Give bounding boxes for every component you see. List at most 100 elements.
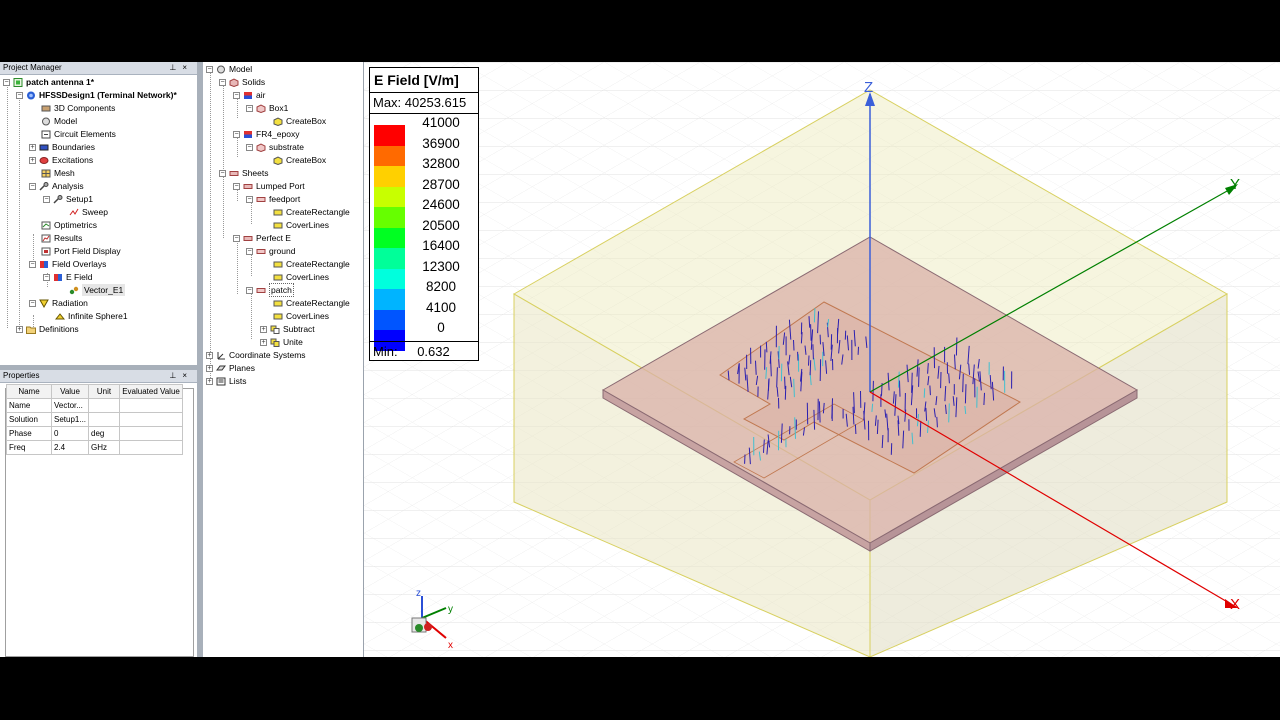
properties-titlebar: Properties ⊥× bbox=[0, 370, 197, 383]
collapse-icon[interactable]: − bbox=[29, 260, 36, 268]
tree-item-label: Optimetrics bbox=[54, 220, 97, 230]
collapse-icon[interactable]: − bbox=[246, 286, 253, 294]
cover-lines-icon bbox=[273, 274, 283, 280]
tree-item-radiation[interactable]: − Radiation bbox=[29, 297, 88, 309]
tree-item-createrectangle-3[interactable]: CreateRectangle bbox=[273, 297, 350, 309]
tree-item-vector-e1[interactable]: Vector_E1 bbox=[69, 284, 126, 296]
expand-icon[interactable]: + bbox=[29, 156, 36, 164]
collapse-icon[interactable]: − bbox=[3, 78, 10, 86]
pin-icon[interactable]: ⊥ bbox=[169, 371, 182, 380]
collapse-icon[interactable]: − bbox=[43, 195, 50, 203]
table-row[interactable]: Phase 0 deg bbox=[6, 426, 184, 441]
collapse-icon[interactable]: − bbox=[29, 182, 36, 190]
tree-item-patch[interactable]: − patch bbox=[246, 283, 294, 297]
expand-icon[interactable]: + bbox=[29, 143, 36, 151]
create-rectangle-icon bbox=[273, 300, 283, 306]
tree-item-perfect-e[interactable]: − Perfect E bbox=[233, 232, 291, 244]
tree-item-infinite-sphere1[interactable]: Infinite Sphere1 bbox=[55, 310, 128, 322]
tree-item-air[interactable]: − air bbox=[233, 89, 265, 101]
project-manager-panel: Project Manager ⊥× − patch antenna 1* − … bbox=[0, 62, 198, 365]
tree-item-coverlines-3[interactable]: CoverLines bbox=[273, 310, 329, 322]
tree-item-planes[interactable]: + Planes bbox=[206, 362, 255, 374]
tree-item-results[interactable]: Results bbox=[41, 232, 82, 244]
table-cell: Name bbox=[6, 398, 52, 413]
tree-item-label: Setup1 bbox=[66, 194, 93, 204]
tree-item-createbox-2[interactable]: CreateBox bbox=[273, 154, 326, 166]
tree-item-model[interactable]: Model bbox=[41, 115, 77, 127]
tree-item-field-overlays[interactable]: − Field Overlays bbox=[29, 258, 106, 270]
collapse-icon[interactable]: − bbox=[246, 104, 253, 112]
material-icon bbox=[244, 130, 252, 138]
tree-item-label: Sweep bbox=[82, 207, 108, 217]
tree-item-createrectangle-1[interactable]: CreateRectangle bbox=[273, 206, 350, 218]
tree-item-label: CreateBox bbox=[286, 116, 327, 126]
close-icon[interactable]: × bbox=[182, 371, 193, 380]
tree-item-lumped-port[interactable]: − Lumped Port bbox=[233, 180, 305, 192]
tree-item-project[interactable]: − patch antenna 1* bbox=[3, 76, 94, 88]
table-row[interactable]: Name Vector... bbox=[6, 398, 184, 413]
table-cell: Phase bbox=[6, 426, 52, 441]
tree-item-coverlines-1[interactable]: CoverLines bbox=[273, 219, 329, 231]
tree-item-sweep[interactable]: Sweep bbox=[69, 206, 108, 218]
tree-item-ground[interactable]: − ground bbox=[246, 245, 295, 257]
collapse-icon[interactable]: − bbox=[233, 182, 240, 190]
tree-item-e-field[interactable]: − E Field bbox=[43, 271, 92, 283]
tree-item-coordinate-systems[interactable]: + Coordinate Systems bbox=[206, 349, 306, 361]
table-cell[interactable]: Vector... bbox=[50, 398, 90, 413]
tree-item-design[interactable]: − HFSSDesign1 (Terminal Network)* bbox=[16, 89, 177, 101]
tree-item-boundaries[interactable]: + Boundaries bbox=[29, 141, 95, 153]
tree-item-subtract[interactable]: + Subtract bbox=[260, 323, 315, 335]
tree-item-unite[interactable]: + Unite bbox=[260, 336, 303, 348]
tree-item-fr4-epoxy[interactable]: − FR4_epoxy bbox=[233, 128, 299, 140]
field-legend[interactable]: E Field [V/m] Max: 40253.615 41000 36900 3… bbox=[369, 67, 479, 361]
tree-item-coverlines-2[interactable]: CoverLines bbox=[273, 271, 329, 283]
table-cell[interactable]: 2.4 bbox=[50, 440, 90, 455]
table-cell[interactable]: 0 bbox=[50, 426, 90, 441]
tree-item-3d-components[interactable]: 3D Components bbox=[41, 102, 115, 114]
expand-icon[interactable]: + bbox=[206, 377, 213, 385]
tree-item-box1[interactable]: − Box1 bbox=[246, 102, 288, 114]
table-cell[interactable]: Setup1... bbox=[50, 412, 90, 427]
tree-item-substrate[interactable]: − substrate bbox=[246, 141, 304, 153]
tree-item-mesh[interactable]: Mesh bbox=[41, 167, 75, 179]
expand-icon[interactable]: + bbox=[206, 364, 213, 372]
collapse-icon[interactable]: − bbox=[206, 65, 213, 73]
tree-item-label: CoverLines bbox=[286, 272, 329, 282]
tree-item-port-field-display[interactable]: Port Field Display bbox=[41, 245, 121, 257]
collapse-icon[interactable]: − bbox=[219, 78, 226, 86]
collapse-icon[interactable]: − bbox=[233, 91, 240, 99]
collapse-icon[interactable]: − bbox=[246, 143, 253, 151]
3d-scene[interactable]: Z Y X z y x bbox=[364, 62, 1280, 657]
collapse-icon[interactable]: − bbox=[246, 247, 253, 255]
collapse-icon[interactable]: − bbox=[16, 91, 23, 99]
tree-item-sheets[interactable]: − Sheets bbox=[219, 167, 268, 179]
tree-item-definitions[interactable]: + Definitions bbox=[16, 323, 79, 335]
collapse-icon[interactable]: − bbox=[43, 273, 50, 281]
expand-icon[interactable]: + bbox=[206, 351, 213, 359]
collapse-icon[interactable]: − bbox=[246, 195, 253, 203]
tree-item-optimetrics[interactable]: Optimetrics bbox=[41, 219, 97, 231]
sheet-icon bbox=[256, 287, 266, 293]
tree-item-setup1[interactable]: − Setup1 bbox=[43, 193, 93, 205]
tree-item-circuit-elements[interactable]: Circuit Elements bbox=[41, 128, 116, 140]
tree-item-excitations[interactable]: + Excitations bbox=[29, 154, 93, 166]
tree-item-solids[interactable]: − Solids bbox=[219, 76, 265, 88]
collapse-icon[interactable]: − bbox=[219, 169, 226, 177]
3d-modeler-viewport[interactable]: Z Y X z y x E Field [V/m] Max: 40253.615… bbox=[364, 62, 1280, 657]
table-row[interactable]: Solution Setup1... bbox=[6, 412, 184, 427]
tree-item-lists[interactable]: + Lists bbox=[206, 375, 246, 387]
expand-icon[interactable]: + bbox=[260, 338, 267, 346]
tree-item-createrectangle-2[interactable]: CreateRectangle bbox=[273, 258, 350, 270]
tree-item-feedport[interactable]: − feedport bbox=[246, 193, 300, 205]
collapse-icon[interactable]: − bbox=[233, 130, 240, 138]
expand-icon[interactable]: + bbox=[16, 325, 23, 333]
tree-item-model-root[interactable]: − Model bbox=[206, 63, 252, 75]
expand-icon[interactable]: + bbox=[260, 325, 267, 333]
column-header: Unit bbox=[88, 384, 121, 399]
collapse-icon[interactable]: − bbox=[233, 234, 240, 242]
collapse-icon[interactable]: − bbox=[29, 299, 36, 307]
tree-item-createbox-1[interactable]: CreateBox bbox=[273, 115, 326, 127]
table-cell bbox=[119, 412, 184, 427]
table-row[interactable]: Freq 2.4 GHz bbox=[6, 440, 184, 455]
tree-item-analysis[interactable]: − Analysis bbox=[29, 180, 84, 192]
